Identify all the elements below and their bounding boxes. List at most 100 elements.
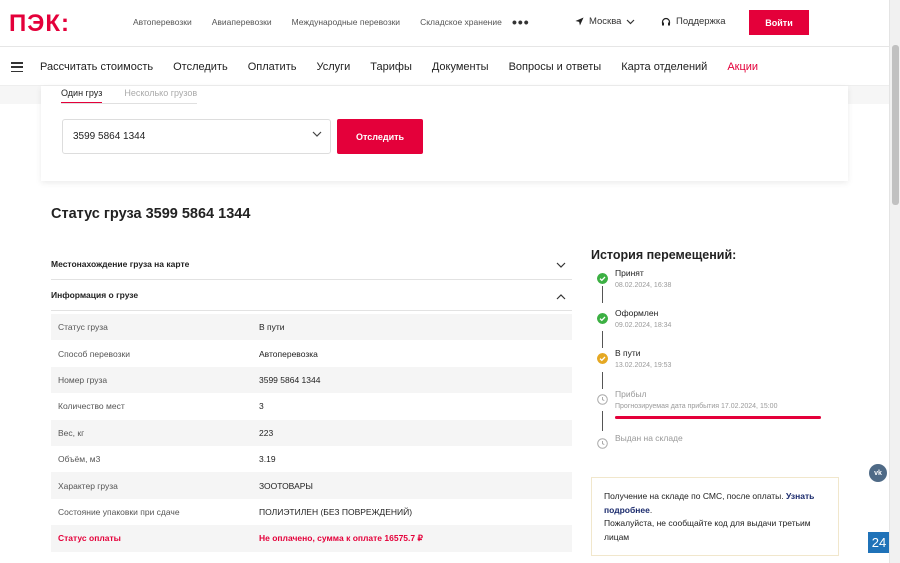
location-arrow-icon <box>575 17 584 26</box>
row-label: Объём, м3 <box>58 454 101 465</box>
nav-documents[interactable]: Документы <box>432 61 489 73</box>
history-item-name: Прибыл <box>615 389 647 399</box>
headset-icon <box>661 17 671 25</box>
cargo-info-table: Статус груза В пути Способ перевозки Автоп… <box>51 314 572 552</box>
nav-calculate[interactable]: Рассчитать стоимость <box>40 61 153 73</box>
arrival-progress-bar <box>615 416 821 419</box>
row-value: В пути <box>259 322 285 333</box>
row-value: Автоперевозка <box>259 348 318 359</box>
history-item-date: 08.02.2024, 16:38 <box>615 282 672 289</box>
tab-single-cargo[interactable]: Один груз <box>61 88 103 104</box>
track-button[interactable]: Отследить <box>337 119 423 154</box>
svg-text:ПЭК:: ПЭК: <box>9 11 70 33</box>
timeline-connector <box>602 331 603 348</box>
top-nav-item[interactable]: Авиаперевозки <box>212 17 272 27</box>
map-accordion[interactable]: Местонахождение груза на карте <box>51 256 572 280</box>
nav-services[interactable]: Услуги <box>316 61 350 73</box>
history-item-date: 13.02.2024, 19:53 <box>615 362 672 369</box>
row-value: 3.19 <box>259 454 276 465</box>
row-label: Статус груза <box>58 322 108 333</box>
pek-logo[interactable]: ПЭК: <box>9 11 95 33</box>
login-button[interactable]: Войти <box>749 10 809 35</box>
support-label: Поддержка <box>676 16 726 27</box>
history-item-name: Выдан на складе <box>615 433 683 443</box>
top-nav-item[interactable]: Международные перевозки <box>292 17 400 27</box>
nav-track[interactable]: Отследить <box>173 61 228 73</box>
table-row: Объём, м3 3.19 <box>51 446 572 472</box>
nav-promo[interactable]: Акции <box>727 61 758 73</box>
table-row: Номер груза 3599 5864 1344 <box>51 366 572 394</box>
row-label: Количество мест <box>58 401 125 412</box>
table-row: Способ перевозки Автоперевозка <box>51 340 572 366</box>
history-item-date: Прогнозируемая дата прибытия 17.02.2024,… <box>615 403 778 410</box>
nav-branch-map[interactable]: Карта отделений <box>621 61 707 73</box>
nav-pay[interactable]: Оплатить <box>248 61 297 73</box>
scrollbar-thumb[interactable] <box>892 45 899 205</box>
tracking-card: Один груз Несколько грузов 3599 5864 134… <box>41 86 848 181</box>
table-row: Количество мест 3 <box>51 393 572 419</box>
check-circle-icon <box>597 353 608 364</box>
chevron-up-icon <box>556 294 566 300</box>
notice-text: Получение на складе по СМС, после оплаты… <box>604 491 784 501</box>
row-value: ЗООТОВАРЫ <box>259 480 313 491</box>
nav-tariffs[interactable]: Тарифы <box>370 61 412 73</box>
table-row: Состояние упаковки при сдаче ПОЛИЭТИЛЕН (… <box>51 499 572 525</box>
more-icon[interactable]: ••• <box>512 14 530 30</box>
info-accordion-label: Информация о грузе <box>51 290 139 300</box>
top-header: ПЭК: Автоперевозки Авиаперевозки Междуна… <box>0 0 889 46</box>
main-nav: Рассчитать стоимость Отследить Оплатить … <box>0 46 889 86</box>
row-value: ПОЛИЭТИЛЕН (БЕЗ ПОВРЕЖДЕНИЙ) <box>259 506 413 517</box>
row-label: Вес, кг <box>58 427 85 438</box>
chevron-down-icon <box>556 262 566 268</box>
history-item-name: Оформлен <box>615 308 659 318</box>
row-label: Характер груза <box>58 480 118 491</box>
top-nav: Автоперевозки Авиаперевозки Международны… <box>133 17 502 27</box>
table-row: Статус груза В пути <box>51 314 572 341</box>
timeline-connector <box>602 286 603 303</box>
map-accordion-label: Местонахождение груза на карте <box>51 259 190 269</box>
chevron-down-icon[interactable] <box>312 131 322 138</box>
timeline-connector <box>602 372 603 389</box>
row-label: Состояние упаковки при сдаче <box>58 506 180 517</box>
table-row: Характер груза ЗООТОВАРЫ <box>51 472 572 499</box>
status-title: Статус груза 3599 5864 1344 <box>51 206 251 222</box>
menu-icon[interactable] <box>11 62 23 73</box>
chevron-down-icon <box>627 19 635 24</box>
payment-label: Статус оплаты <box>58 533 121 544</box>
history-item-name: Принят <box>615 268 644 278</box>
tracking-number-input[interactable]: 3599 5864 1344 <box>62 119 331 154</box>
top-nav-item[interactable]: Складское хранение <box>420 17 502 27</box>
table-row: Вес, кг 223 <box>51 419 572 446</box>
timeline-connector <box>602 411 603 431</box>
notice-warning: Пожалуйста, не сообщайте код для выдачи … <box>604 518 811 542</box>
history-item-date: 09.02.2024, 18:34 <box>615 322 672 329</box>
bitrix24-chat-icon[interactable]: 24 <box>867 531 891 554</box>
vk-icon[interactable]: vk <box>869 464 887 482</box>
tabs-divider <box>61 103 197 104</box>
clock-icon <box>597 394 608 405</box>
check-circle-icon <box>597 273 608 284</box>
row-value: 3599 5864 1344 <box>259 374 321 385</box>
support-link[interactable]: Поддержка <box>661 16 726 27</box>
row-value: 223 <box>259 427 274 438</box>
info-accordion[interactable]: Информация о грузе <box>51 287 572 311</box>
city-selector[interactable]: Москва <box>575 16 635 27</box>
scrollbar[interactable] <box>889 0 900 563</box>
clock-icon <box>597 438 608 449</box>
top-nav-item[interactable]: Автоперевозки <box>133 17 192 27</box>
history-item-name: В пути <box>615 348 641 358</box>
city-label: Москва <box>589 16 622 27</box>
row-value: 3 <box>259 401 264 412</box>
payment-value: Не оплачено, сумма к оплате 16575.7 ₽ <box>259 532 423 543</box>
row-label: Способ перевозки <box>58 348 130 359</box>
row-label: Номер груза <box>58 374 108 385</box>
tracking-number-value: 3599 5864 1344 <box>73 131 146 142</box>
notice-period: . <box>649 504 653 515</box>
payment-row: Статус оплаты Не оплачено, сумма к оплате… <box>51 525 572 552</box>
check-circle-icon <box>597 313 608 324</box>
nav-faq[interactable]: Вопросы и ответы <box>509 61 602 73</box>
sms-notice: Получение на складе по СМС, после оплаты… <box>591 477 839 556</box>
history-title: История перемещений: <box>591 248 737 262</box>
tab-multiple-cargo[interactable]: Несколько грузов <box>124 88 197 104</box>
arrival-progress-fill <box>615 416 821 419</box>
